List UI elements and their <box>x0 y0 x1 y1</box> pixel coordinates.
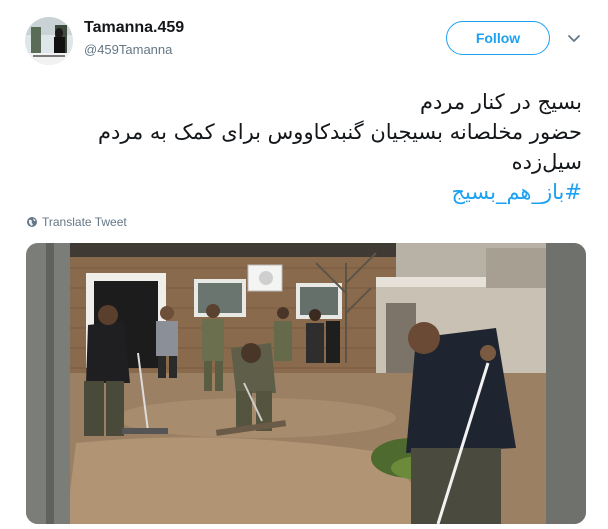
follow-button[interactable]: Follow <box>446 21 550 55</box>
tweet-line: حضور مخلصانه بسیجیان گنبدکاووس برای کمک … <box>98 120 582 144</box>
chevron-down-icon[interactable] <box>566 30 582 46</box>
translate-tweet-link[interactable]: Translate Tweet <box>26 215 127 229</box>
hashtag-link[interactable]: #باز_هم_بسیج <box>451 180 582 204</box>
avatar[interactable] <box>25 17 73 65</box>
tweet-line: بسیج در کنار مردم <box>419 90 582 114</box>
tweet-line: سیل‌زده <box>511 150 582 174</box>
profile-photo <box>25 17 73 65</box>
user-handle[interactable]: @459Tamanna <box>84 42 172 57</box>
tweet-text: بسیج در کنار مردم حضور مخلصانه بسیجیان گ… <box>22 87 582 207</box>
display-name[interactable]: Tamanna.459 <box>84 19 184 37</box>
globe-icon <box>27 217 37 227</box>
translate-label: Translate Tweet <box>42 215 127 229</box>
flood-cleanup-photo <box>26 243 586 524</box>
tweet-photo[interactable] <box>26 243 586 524</box>
